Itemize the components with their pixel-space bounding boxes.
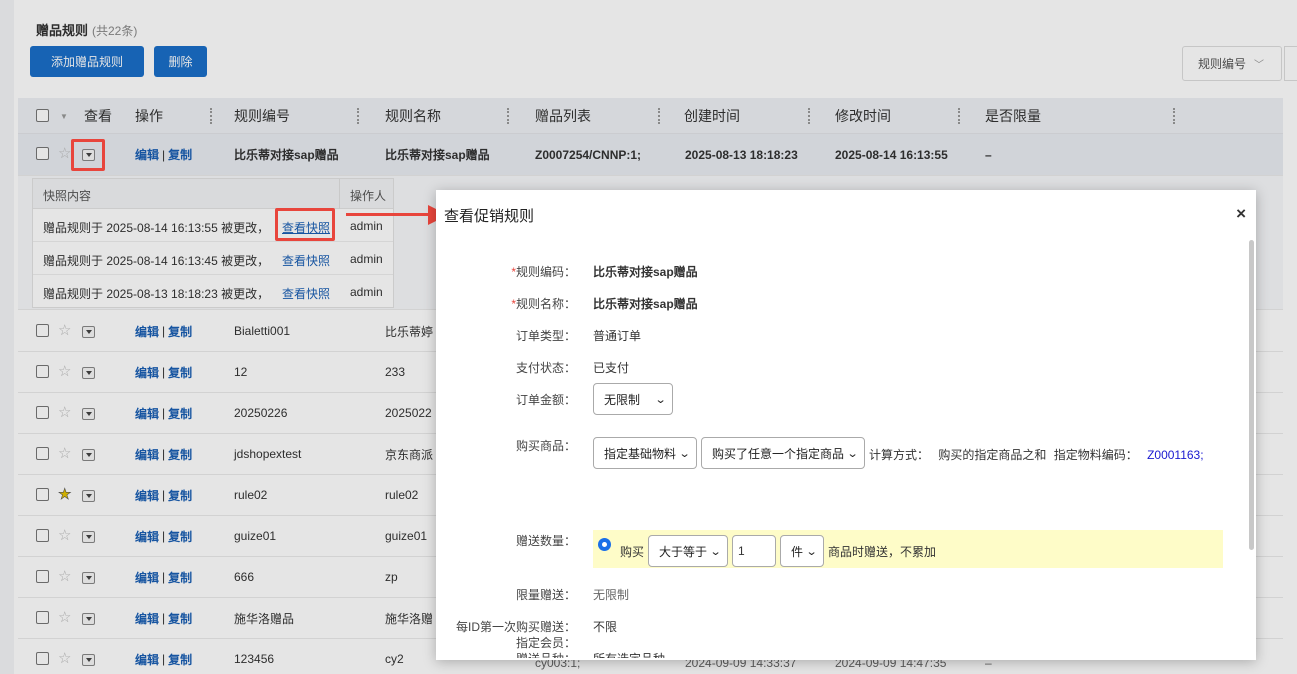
modal-title: 查看促销规则: [444, 208, 535, 225]
annotation-arrow: [346, 213, 430, 216]
unit-select[interactable]: 件 ⌄: [780, 535, 824, 567]
material-code-label: 指定物料编码：: [1053, 448, 1138, 462]
modal-body: *规则编码： 比乐蒂对接sap赠品 *规则名称： 比乐蒂对接sap赠品 订单类型…: [436, 238, 1250, 658]
material-code-value: Z0001163;: [1147, 448, 1204, 462]
modal-scrollbar[interactable]: [1249, 240, 1254, 550]
highlight-box: [71, 139, 105, 171]
highlight-box: [275, 208, 335, 241]
quantity-input[interactable]: 1: [732, 535, 776, 567]
close-icon[interactable]: ×: [1236, 204, 1246, 224]
calc-method-label: 计算方式：: [869, 448, 930, 462]
calc-method-value: 购买的指定商品之和: [938, 448, 1047, 462]
gift-quantity-radio[interactable]: [598, 538, 611, 551]
chevron-down-icon: ⌄: [654, 394, 667, 406]
purchase-condition-select[interactable]: 购买了任意一个指定商品 ⌄: [701, 437, 865, 469]
material-type-select[interactable]: 指定基础物料 ⌄: [593, 437, 697, 469]
compare-operator-select[interactable]: 大于等于 ⌄: [648, 535, 728, 567]
chevron-down-icon: ⌄: [678, 448, 691, 460]
chevron-down-icon: ⌄: [846, 448, 859, 460]
chevron-down-icon: ⌄: [805, 546, 818, 558]
order-amount-select[interactable]: 无限制 ⌄: [593, 383, 673, 415]
view-promotion-rule-modal: 查看促销规则 × *规则编码： 比乐蒂对接sap赠品 *规则名称： 比乐蒂对接s…: [436, 190, 1256, 660]
chevron-down-icon: ⌄: [709, 546, 722, 558]
